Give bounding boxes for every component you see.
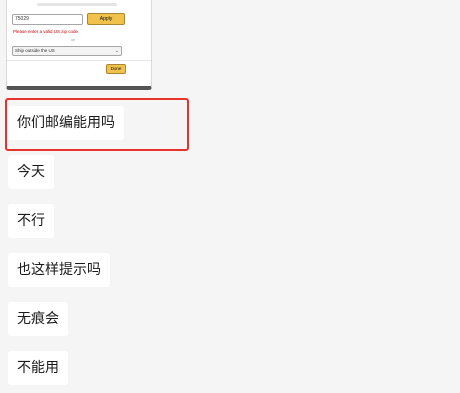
chat-bubble-4[interactable]: 也这样提示吗 xyxy=(8,253,110,287)
image-message[interactable]: 75029 Apply Please enter a valid US zip … xyxy=(6,0,152,90)
chevron-down-icon: ⌄ xyxy=(114,48,119,54)
chat-bubble-6[interactable]: 不能用 xyxy=(8,351,68,385)
or-separator: or xyxy=(71,37,75,42)
zip-error-text: Please enter a valid US zip code xyxy=(13,29,79,34)
divider xyxy=(7,60,151,61)
ship-select-label: Ship outside the US xyxy=(15,48,55,53)
chat-bubble-3[interactable]: 不行 xyxy=(8,204,54,238)
zip-code-input: 75029 xyxy=(12,14,83,25)
chat-bubble-2[interactable]: 今天 xyxy=(8,155,54,189)
ship-outside-select: Ship outside the US ⌄ xyxy=(12,46,122,56)
apply-button: Apply xyxy=(87,13,125,25)
faint-header-line xyxy=(37,3,117,6)
highlight-box xyxy=(5,98,189,151)
chat-bubble-5[interactable]: 无痕会 xyxy=(8,302,68,336)
done-button: Done xyxy=(106,64,126,74)
